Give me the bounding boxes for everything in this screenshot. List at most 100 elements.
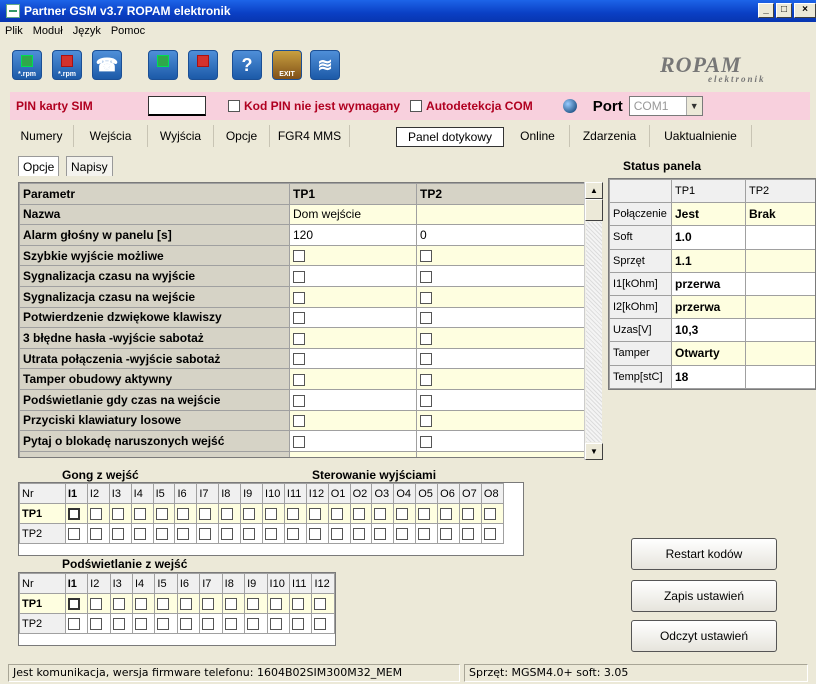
grid-checkbox[interactable] xyxy=(177,507,190,520)
param-tp2-checkbox[interactable] xyxy=(420,332,432,345)
grid-checkbox[interactable] xyxy=(396,527,409,540)
param-tp2-input[interactable]: 0 xyxy=(416,224,585,246)
tab-fgr4-mms[interactable]: FGR4 MMS xyxy=(270,125,350,147)
grid-checkbox[interactable] xyxy=(286,527,299,540)
param-tp2-checkbox[interactable] xyxy=(420,373,432,386)
grid-checkbox[interactable] xyxy=(177,527,190,540)
grid-checkbox[interactable] xyxy=(224,617,237,630)
read-settings-button[interactable]: Odczyt ustawień xyxy=(631,620,777,652)
grid-checkbox[interactable] xyxy=(179,617,192,630)
grid-checkbox[interactable] xyxy=(155,507,168,520)
grid-checkbox[interactable] xyxy=(374,507,387,520)
tab-zdarzenia[interactable]: Zdarzenia xyxy=(570,125,650,147)
grid-checkbox[interactable] xyxy=(89,507,102,520)
grid-checkbox[interactable] xyxy=(157,617,170,630)
grid-checkbox[interactable] xyxy=(330,527,343,540)
grid-checkbox[interactable] xyxy=(247,597,260,610)
param-tp1-checkbox[interactable] xyxy=(293,373,305,386)
param-tp2-checkbox[interactable] xyxy=(420,353,432,366)
grid-checkbox[interactable] xyxy=(199,507,212,520)
no-pin-checkbox[interactable] xyxy=(228,100,240,112)
param-tp1-checkbox[interactable] xyxy=(293,353,305,366)
grid-checkbox[interactable] xyxy=(291,617,304,630)
grid-checkbox[interactable] xyxy=(243,507,256,520)
grid-checkbox[interactable] xyxy=(111,507,124,520)
download-button[interactable] xyxy=(188,50,218,80)
param-tp2-checkbox[interactable] xyxy=(420,435,432,448)
grid-checkbox[interactable] xyxy=(243,527,256,540)
grid-checkbox[interactable] xyxy=(89,527,102,540)
grid-checkbox[interactable] xyxy=(247,617,260,630)
restart-codes-button[interactable]: Restart kodów xyxy=(631,538,777,570)
pin-input[interactable] xyxy=(148,96,206,116)
param-tp1-checkbox[interactable] xyxy=(293,250,305,263)
exit-button[interactable]: EXIT xyxy=(272,50,302,80)
grid-checkbox[interactable] xyxy=(291,597,304,610)
grid-checkbox[interactable] xyxy=(202,617,215,630)
param-tp1-checkbox[interactable] xyxy=(293,394,305,407)
grid-checkbox[interactable] xyxy=(133,527,146,540)
close-button[interactable]: × xyxy=(794,3,816,18)
subtab-opcje[interactable]: Opcje xyxy=(18,156,60,176)
grid-checkbox[interactable] xyxy=(483,507,496,520)
scroll-down-icon[interactable]: ▼ xyxy=(585,443,603,460)
save-settings-button[interactable]: Zapis ustawień xyxy=(631,580,777,612)
grid-checkbox[interactable] xyxy=(221,527,234,540)
tab-panel-dotykowy[interactable]: Panel dotykowy xyxy=(396,127,504,147)
param-tp2-checkbox[interactable] xyxy=(420,271,432,283)
grid-checkbox[interactable] xyxy=(202,597,215,610)
grid-checkbox[interactable] xyxy=(462,507,475,520)
grid-checkbox[interactable] xyxy=(440,527,453,540)
grid-checkbox[interactable] xyxy=(314,597,327,610)
menu-module[interactable]: Moduł xyxy=(28,25,68,37)
minimize-button[interactable]: _ xyxy=(758,3,774,18)
grid-checkbox[interactable] xyxy=(483,527,496,540)
tab-online[interactable]: Online xyxy=(506,125,570,147)
grid-checkbox[interactable] xyxy=(221,507,234,520)
upload-button[interactable] xyxy=(148,50,178,80)
grid-checkbox[interactable] xyxy=(269,617,282,630)
tab-wejscia[interactable]: Wejścia xyxy=(74,125,148,147)
grid-checkbox[interactable] xyxy=(396,507,409,520)
grid-checkbox[interactable] xyxy=(134,597,147,610)
grid-checkbox[interactable] xyxy=(440,507,453,520)
tab-uaktualnienie[interactable]: Uaktualnienie xyxy=(650,125,752,147)
param-tp2-checkbox[interactable] xyxy=(420,394,432,407)
grid-checkbox[interactable] xyxy=(462,527,475,540)
param-tp2-checkbox[interactable] xyxy=(420,312,432,325)
grid-checkbox[interactable] xyxy=(352,527,365,540)
wireless-button[interactable]: ≋ xyxy=(310,50,340,80)
grid-checkbox[interactable] xyxy=(330,507,343,520)
grid-checkbox[interactable] xyxy=(224,597,237,610)
grid-checkbox[interactable] xyxy=(90,597,103,610)
grid-checkbox[interactable] xyxy=(67,617,80,630)
tab-wyjscia[interactable]: Wyjścia xyxy=(148,125,214,147)
param-tp1-checkbox[interactable] xyxy=(293,291,305,304)
grid-checkbox[interactable] xyxy=(68,527,80,540)
param-tp1-input[interactable]: Dom wejście xyxy=(289,203,417,226)
grid-checkbox[interactable] xyxy=(265,527,278,540)
grid-checkbox[interactable] xyxy=(68,507,80,520)
grid-checkbox[interactable] xyxy=(265,507,278,520)
tab-opcje[interactable]: Opcje xyxy=(214,125,270,147)
menu-language[interactable]: Język xyxy=(68,25,106,37)
upload-rpm-button[interactable]: *.rpm xyxy=(12,50,42,80)
grid-checkbox[interactable] xyxy=(418,507,431,520)
grid-checkbox[interactable] xyxy=(418,527,431,540)
param-tp1-checkbox[interactable] xyxy=(293,435,305,448)
param-tp1-checkbox[interactable] xyxy=(293,415,305,428)
grid-checkbox[interactable] xyxy=(286,507,299,520)
param-tp2-checkbox[interactable] xyxy=(420,250,432,263)
grid-checkbox[interactable] xyxy=(111,527,124,540)
grid-checkbox[interactable] xyxy=(112,617,125,630)
port-select[interactable]: COM1 ▼ xyxy=(628,96,703,116)
param-tp1-input[interactable]: 120 xyxy=(289,224,417,246)
maximize-button[interactable]: □ xyxy=(776,3,792,18)
help-button[interactable]: ? xyxy=(232,50,262,80)
autodetect-checkbox[interactable] xyxy=(410,100,423,112)
scroll-up-icon[interactable]: ▲ xyxy=(585,182,603,199)
subtab-napisy[interactable]: Napisy xyxy=(66,156,113,176)
menu-help[interactable]: Pomoc xyxy=(106,25,150,37)
grid-checkbox[interactable] xyxy=(352,507,365,520)
grid-checkbox[interactable] xyxy=(157,597,170,610)
